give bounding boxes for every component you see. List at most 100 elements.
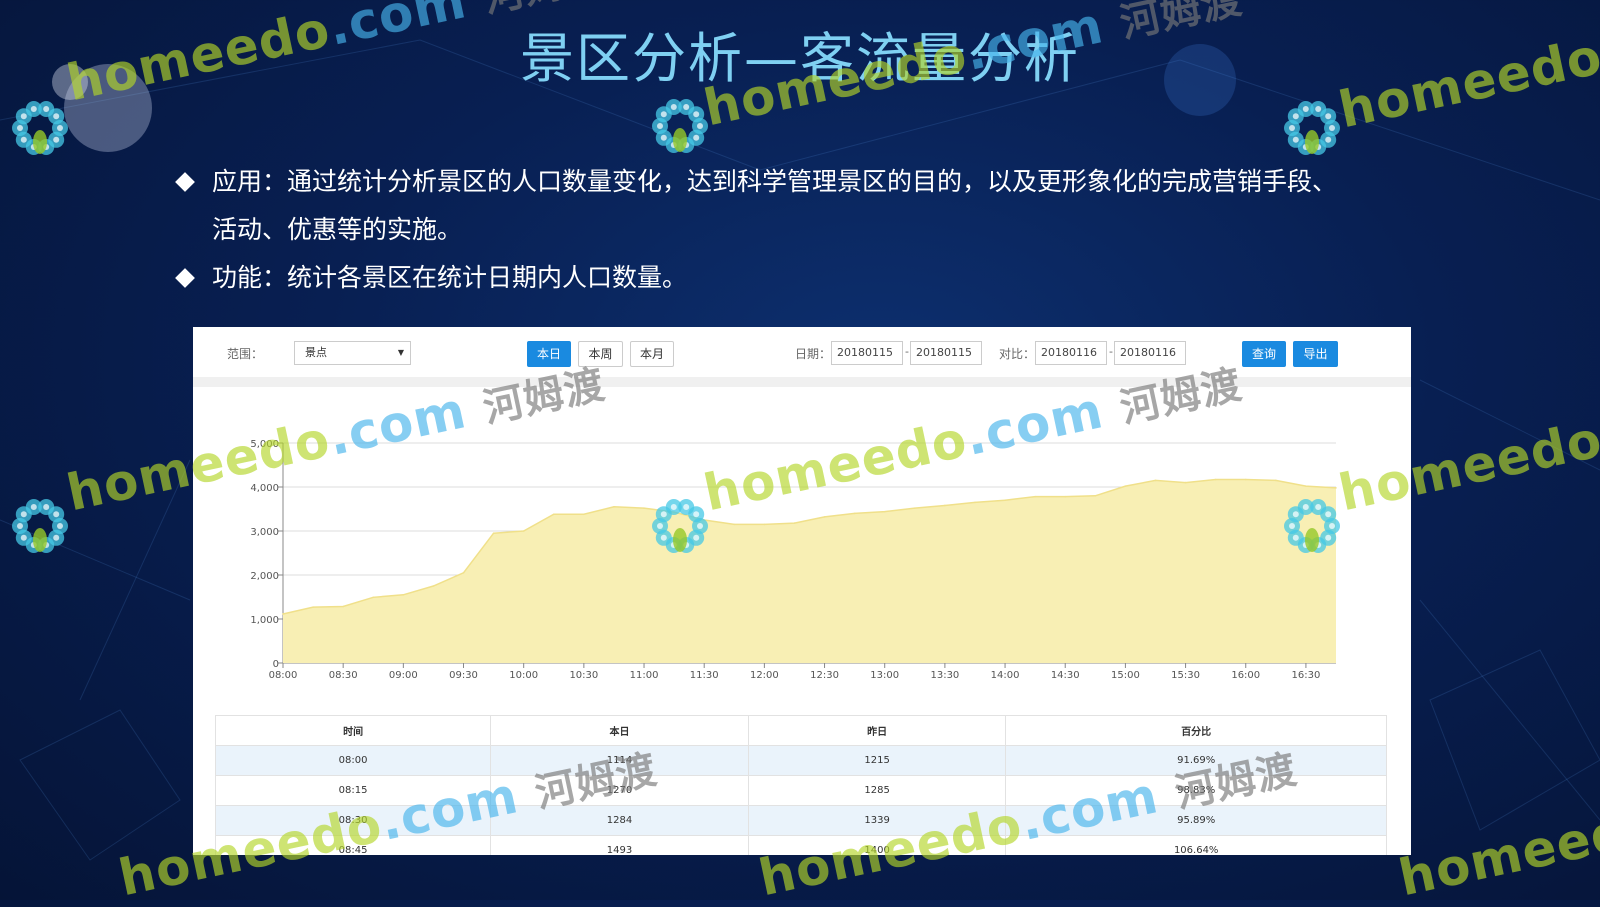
watermark-home: homeedo — [1393, 795, 1600, 907]
data-point — [1004, 499, 1006, 501]
query-button[interactable]: 查询 — [1242, 341, 1286, 367]
data-point — [703, 519, 705, 521]
table-cell: 08:15 — [214, 775, 492, 806]
table-cell: 91.69% — [1005, 745, 1387, 776]
table-header-time: 时间 — [214, 715, 492, 746]
data-point — [763, 523, 766, 526]
export-button[interactable]: 导出 — [1293, 341, 1338, 367]
table-header-percent: 百分比 — [1005, 715, 1387, 746]
x-tick-label: 12:30 — [810, 670, 839, 681]
table-cell: 08:45 — [214, 835, 492, 855]
table-cell: 106.64% — [1005, 835, 1387, 855]
table-cell: 98.83% — [1005, 775, 1387, 806]
bullet-text: 应用：通过统计分析景区的人口数量变化，达到科学管理景区的目的，以及更形象化的完成… — [212, 167, 1338, 244]
table-row: 08:15 1270 1285 98.83% — [214, 775, 1387, 806]
data-point — [1034, 495, 1036, 498]
data-point — [613, 506, 615, 508]
visitor-flow-table: 时间 本日 昨日 百分比 08:00 1114 1215 91.69% 08:1… — [214, 715, 1387, 855]
x-tick-label: 08:00 — [269, 670, 298, 681]
visitor-flow-area-chart: 0 1,000 2,000 3,000 4,000 5,000 08:00 08:30 09:0… — [250, 439, 1337, 681]
data-point — [552, 513, 555, 516]
peacock-logo-icon — [1284, 101, 1340, 155]
data-point — [793, 522, 796, 524]
bullet-application: 应用：通过统计分析景区的人口数量变化，达到科学管理景区的目的，以及更形象化的完成… — [175, 158, 1356, 254]
x-tick-label: 16:00 — [1231, 670, 1260, 681]
x-tick-label: 14:00 — [991, 670, 1020, 681]
y-tick-label: 0 — [273, 659, 279, 670]
table-cell: 95.89% — [1005, 805, 1387, 836]
table-row: 08:30 1284 1339 95.89% — [214, 805, 1387, 836]
table-cell: 08:00 — [214, 745, 492, 776]
week-button[interactable]: 本周 — [578, 341, 623, 367]
y-tick-label: 3,000 — [250, 527, 279, 538]
month-button[interactable]: 本月 — [630, 341, 674, 367]
y-tick-label: 5,000 — [250, 439, 279, 450]
compare-start-input[interactable]: 20180116 — [1035, 341, 1107, 365]
slide-title: 景区分析—客流量分析 — [520, 27, 1080, 90]
x-tick-label: 14:30 — [1051, 670, 1080, 681]
data-point — [402, 594, 405, 596]
data-point — [1244, 478, 1247, 481]
date-start-input[interactable]: 20180115 — [831, 341, 903, 365]
x-tick-label: 10:30 — [569, 670, 598, 681]
data-point — [643, 507, 645, 509]
x-tick-label: 15:00 — [1111, 670, 1140, 681]
table-header-row: 时间 本日 昨日 百分比 — [214, 715, 1387, 746]
area-fill — [283, 479, 1336, 663]
compare-range-dash: - — [1109, 345, 1113, 358]
data-point — [1214, 478, 1217, 481]
today-button[interactable]: 本日 — [527, 341, 571, 367]
data-point — [1335, 487, 1337, 489]
range-select[interactable]: 景点 ▼ — [294, 341, 411, 365]
data-point — [1124, 485, 1127, 487]
diamond-bullet-icon — [175, 172, 195, 192]
filter-toolbar: 范围： 景点 ▼ 本日 本周 本月 日期： 20180115 - 2018011… — [193, 327, 1411, 387]
table-row: 08:45 1493 1400 106.64% — [214, 835, 1387, 855]
data-point — [462, 572, 465, 574]
y-tick-label: 4,000 — [250, 483, 279, 494]
data-point — [1275, 479, 1277, 482]
data-point — [883, 510, 886, 513]
data-point — [974, 501, 976, 504]
peacock-logo-icon — [12, 101, 68, 155]
x-tick-label: 11:00 — [630, 670, 659, 681]
app-screenshot-panel: 范围： 景点 ▼ 本日 本周 本月 日期： 20180115 - 2018011… — [193, 327, 1411, 855]
watermark-text: homeedo.com 河姆渡 — [1394, 737, 1600, 907]
data-point — [853, 512, 856, 515]
date-label: 日期： — [795, 347, 832, 361]
compare-end-input[interactable]: 20180116 — [1114, 341, 1186, 365]
data-point — [342, 605, 344, 608]
date-end-input[interactable]: 20180115 — [910, 341, 982, 365]
data-point — [1184, 481, 1187, 484]
caret-down-icon: ▼ — [397, 348, 404, 357]
data-point — [492, 532, 495, 534]
table-cell: 1270 — [490, 775, 749, 806]
x-tick-label: 08:30 — [329, 670, 358, 681]
bullet-function: 功能：统计各景区在统计日期内人口数量。 — [175, 254, 1356, 302]
diamond-bullet-icon — [175, 268, 195, 288]
table-cell: 1339 — [747, 805, 1007, 836]
visitor-flow-chart: 0 1,000 2,000 3,000 4,000 5,000 08:00 08:30 09:0… — [193, 387, 1411, 717]
range-label: 范围： — [227, 347, 264, 361]
x-tick-label: 13:00 — [870, 670, 899, 681]
table-row: 08:00 1114 1215 91.69% — [214, 745, 1387, 776]
x-tick-label: 09:30 — [449, 670, 478, 681]
table-header-today: 本日 — [490, 715, 749, 746]
table-cell: 1493 — [490, 835, 749, 855]
bullet-list: 应用：通过统计分析景区的人口数量变化，达到科学管理景区的目的，以及更形象化的完成… — [175, 158, 1356, 302]
peacock-logo-icon — [652, 99, 708, 153]
data-point — [914, 507, 916, 509]
data-point — [282, 613, 284, 615]
x-tick-label: 10:00 — [509, 670, 538, 681]
data-point — [1154, 479, 1157, 482]
data-point — [733, 523, 736, 526]
y-tick-label: 1,000 — [250, 615, 279, 626]
data-point — [432, 585, 435, 587]
x-tick-label: 15:30 — [1171, 670, 1200, 681]
data-point — [823, 516, 826, 518]
peacock-logo-icon — [12, 499, 68, 553]
x-tick-label: 12:00 — [750, 670, 779, 681]
y-tick-label: 2,000 — [250, 571, 279, 582]
compare-label: 对比： — [999, 347, 1036, 361]
data-point — [1094, 495, 1097, 497]
